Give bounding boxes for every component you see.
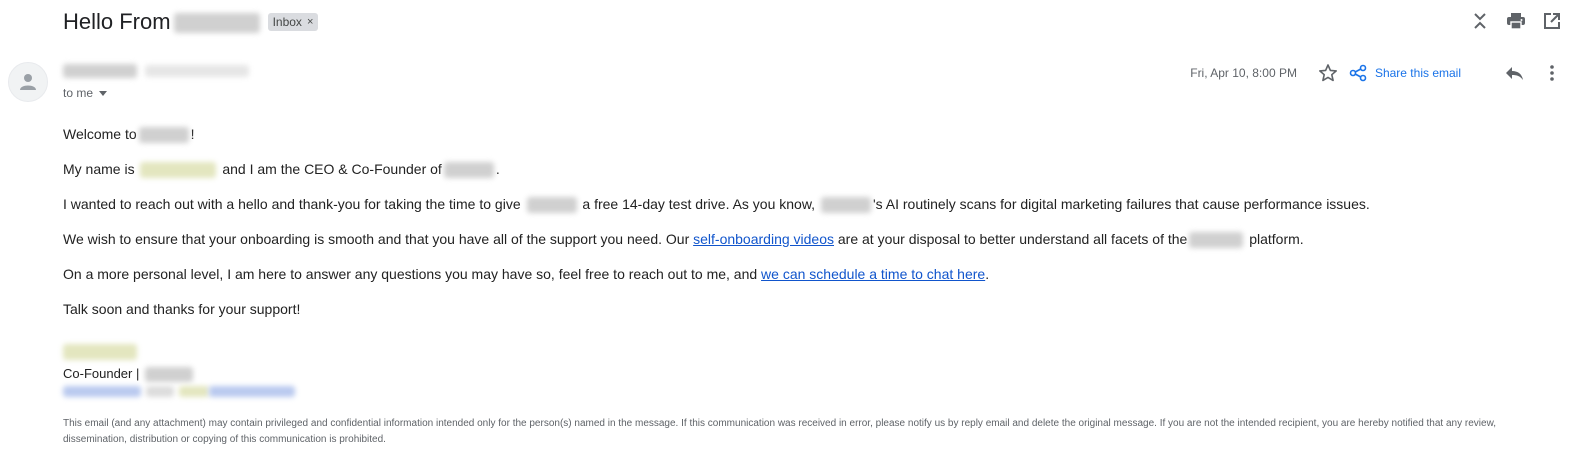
redacted-company-name [443, 162, 494, 179]
thanks-text-start: I wanted to reach out with a hello and t… [63, 196, 521, 212]
message-meta: Fri, Apr 10, 8:00 PM Share this email [1190, 62, 1563, 84]
redacted-signature-name [63, 344, 137, 360]
intro-text-start: My name is [63, 161, 135, 177]
signature-title: Co-Founder | [63, 366, 140, 381]
redacted-sender-email [145, 65, 249, 77]
self-onboarding-videos-link[interactable]: self-onboarding videos [693, 231, 834, 247]
recipients-toggle[interactable]: to me [63, 86, 108, 100]
subject-row: Hello From Inbox × [63, 8, 319, 36]
inbox-label-text: Inbox [272, 15, 302, 29]
person-icon [20, 74, 36, 90]
redacted-separator [146, 386, 174, 397]
body-paragraph-thanks: I wanted to reach out with a hello and t… [63, 194, 1563, 214]
intro-text-middle: and I am the CEO & Co-Founder of [222, 161, 442, 177]
thread-toolbar [1469, 10, 1563, 32]
print-icon[interactable] [1505, 10, 1527, 32]
message-date: Fri, Apr 10, 8:00 PM [1190, 66, 1297, 80]
reply-icon[interactable] [1503, 62, 1525, 84]
body-paragraph-welcome: Welcome to! [63, 124, 1563, 144]
personal-punctuation: . [985, 266, 990, 282]
closing-text: Talk soon and thanks for your support! [63, 301, 301, 317]
redacted-company-name [526, 197, 577, 214]
redacted-email-domain[interactable] [209, 386, 295, 397]
sender-row [63, 64, 249, 78]
email-body: Welcome to! My name is and I am the CEO … [63, 124, 1563, 360]
signature-title-row: Co-Founder | [63, 364, 193, 384]
intro-punctuation: . [495, 161, 500, 177]
body-paragraph-closing: Talk soon and thanks for your support! [63, 299, 1563, 319]
inbox-label-chip[interactable]: Inbox × [267, 13, 319, 31]
schedule-chat-link[interactable]: we can schedule a time to chat here [761, 266, 985, 282]
chevron-down-icon [99, 90, 108, 96]
recipient-text: to me [63, 86, 94, 100]
onboarding-text-middle: are at your disposal to better understan… [837, 231, 1188, 247]
star-icon[interactable] [1317, 62, 1339, 84]
body-paragraph-intro: My name is and I am the CEO & Co-Founder… [63, 159, 1563, 179]
personal-text: On a more personal level, I am here to a… [63, 266, 758, 282]
onboarding-text-end: platform. [1249, 231, 1304, 247]
redacted-website-link[interactable] [63, 386, 141, 397]
share-email-button[interactable]: Share this email [1349, 64, 1461, 82]
redacted-company-name [1189, 232, 1244, 249]
body-paragraph-onboarding: We wish to ensure that your onboarding i… [63, 229, 1563, 249]
redacted-company-name [820, 197, 871, 214]
body-paragraph-personal: On a more personal level, I am here to a… [63, 264, 1563, 284]
signature-contact-row [63, 386, 295, 397]
redacted-sender-name[interactable] [63, 64, 137, 78]
share-icon [1349, 64, 1367, 82]
open-in-new-window-icon[interactable] [1541, 10, 1563, 32]
redacted-company-name [138, 127, 189, 144]
more-options-icon[interactable] [1541, 62, 1563, 84]
thanks-text-middle: a free 14-day test drive. As you know, [582, 196, 816, 212]
welcome-punctuation: ! [190, 126, 195, 142]
redacted-company-name [173, 13, 260, 33]
legal-disclaimer: This email (and any attachment) may cont… [63, 418, 1497, 445]
email-subject: Hello From [63, 9, 171, 34]
onboarding-text-start: We wish to ensure that your onboarding i… [63, 231, 690, 247]
collapse-all-icon[interactable] [1469, 10, 1491, 32]
remove-label-icon[interactable]: × [307, 13, 313, 31]
thanks-text-end: 's AI routinely scans for digital market… [872, 196, 1370, 212]
redacted-email-user [179, 386, 209, 397]
redacted-company-name [144, 367, 193, 383]
email-view: Hello From Inbox × to me Fri, Apr 10, 8:… [0, 0, 1581, 467]
sender-avatar[interactable] [8, 62, 48, 102]
welcome-text: Welcome to [63, 126, 137, 142]
redacted-ceo-name [140, 162, 217, 179]
share-email-label: Share this email [1374, 66, 1461, 80]
